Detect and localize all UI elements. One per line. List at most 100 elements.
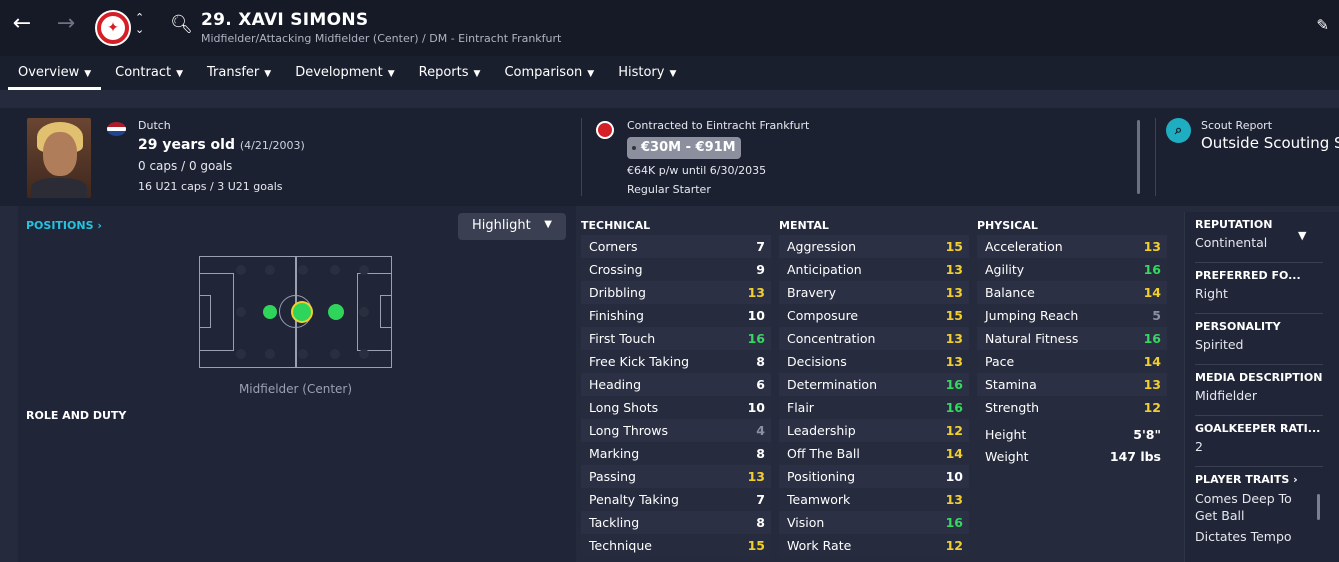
- attribute-row[interactable]: Anticipation 13: [779, 258, 969, 281]
- position-dot-mc-selected[interactable]: [293, 303, 311, 321]
- attribute-row[interactable]: Corners 7: [581, 235, 771, 258]
- player-traits-link[interactable]: PLAYER TRAITS ›: [1195, 473, 1315, 486]
- attribute-row[interactable]: Penalty Taking 7: [581, 488, 771, 511]
- attribute-row[interactable]: Decisions 13: [779, 350, 969, 373]
- netherlands-flag-icon[interactable]: [107, 122, 126, 136]
- attribute-row[interactable]: Positioning 10: [779, 465, 969, 488]
- position-slot: [236, 307, 246, 317]
- attribute-name: Crossing: [589, 262, 643, 277]
- attribute-row[interactable]: Agility 16: [977, 258, 1167, 281]
- edit-pencil-icon[interactable]: ✎: [1316, 16, 1329, 34]
- tab-overview[interactable]: Overview ▼: [8, 56, 102, 90]
- weight-label: Weight: [985, 448, 1029, 464]
- attribute-row[interactable]: Strength 12: [977, 396, 1167, 419]
- attribute-value: 13: [747, 469, 765, 484]
- chevron-down-icon[interactable]: ▼: [1298, 229, 1306, 242]
- scrollbar[interactable]: [1137, 120, 1140, 194]
- club-crest-small-icon[interactable]: [596, 121, 614, 139]
- attribute-row[interactable]: Natural Fitness 16: [977, 327, 1167, 350]
- tab-label: Development: [295, 65, 383, 80]
- attribute-name: Long Shots: [589, 400, 659, 415]
- attribute-value: 10: [747, 308, 765, 323]
- attribute-row[interactable]: Marking 8: [581, 442, 771, 465]
- tab-contract[interactable]: Contract ▼: [105, 56, 193, 90]
- tab-reports[interactable]: Reports ▼: [409, 56, 491, 90]
- club-crest-icon[interactable]: ✦: [95, 10, 131, 46]
- attribute-row[interactable]: Bravery 13: [779, 281, 969, 304]
- attribute-name: Corners: [589, 239, 638, 254]
- attribute-row[interactable]: Finishing 10: [581, 304, 771, 327]
- highlight-dropdown[interactable]: Highlight ▼: [458, 213, 566, 240]
- personality-section: PERSONALITY Spirited: [1195, 320, 1281, 352]
- tab-comparison[interactable]: Comparison ▼: [494, 56, 604, 90]
- attribute-row[interactable]: First Touch 16: [581, 327, 771, 350]
- attribute-row[interactable]: Stamina 13: [977, 373, 1167, 396]
- attribute-row[interactable]: Technique 15: [581, 534, 771, 557]
- attribute-name: Free Kick Taking: [589, 354, 690, 369]
- up-down-chevron-icon[interactable]: ⌃ ⌄: [135, 12, 144, 36]
- nationality[interactable]: Dutch: [138, 119, 171, 132]
- attribute-row[interactable]: Pace 14: [977, 350, 1167, 373]
- role-duty-label: ROLE AND DUTY: [26, 409, 127, 422]
- attribute-row[interactable]: Balance 14: [977, 281, 1167, 304]
- attribute-row[interactable]: Off The Ball 14: [779, 442, 969, 465]
- height-label: Height: [985, 426, 1027, 442]
- attribute-row[interactable]: Teamwork 13: [779, 488, 969, 511]
- position-slot: [298, 349, 308, 359]
- attribute-row[interactable]: Dribbling 13: [581, 281, 771, 304]
- attribute-name: Bravery: [787, 285, 836, 300]
- attribute-row[interactable]: Determination 16: [779, 373, 969, 396]
- position-dot-amc[interactable]: [328, 304, 344, 320]
- attribute-row[interactable]: Aggression 15: [779, 235, 969, 258]
- scout-report-value[interactable]: Outside Scouting Scope: [1201, 134, 1339, 152]
- back-arrow-icon[interactable]: ←: [10, 12, 34, 36]
- contract-label[interactable]: Contracted to Eintracht Frankfurt: [627, 119, 809, 132]
- positions-link[interactable]: POSITIONS ›: [26, 219, 102, 232]
- attribute-row[interactable]: Passing 13: [581, 465, 771, 488]
- tab-development[interactable]: Development ▼: [285, 56, 404, 90]
- forward-arrow-icon[interactable]: →: [54, 12, 78, 36]
- attribute-name: Aggression: [787, 239, 857, 254]
- attribute-value: 14: [1143, 354, 1161, 369]
- attribute-row[interactable]: Concentration 13: [779, 327, 969, 350]
- position-slot: [265, 265, 275, 275]
- attribute-value: 6: [756, 377, 765, 392]
- trait-item[interactable]: Comes Deep To Get Ball: [1195, 490, 1315, 524]
- attribute-row[interactable]: Free Kick Taking 8: [581, 350, 771, 373]
- height-value: 5'8": [1133, 426, 1161, 442]
- attribute-value: 12: [945, 423, 963, 438]
- attribute-value: 16: [945, 400, 963, 415]
- attribute-row[interactable]: Leadership 12: [779, 419, 969, 442]
- chevron-down-icon: ▼: [669, 69, 677, 79]
- attribute-row[interactable]: Long Throws 4: [581, 419, 771, 442]
- position-slot: [298, 265, 308, 275]
- player-traits-section: PLAYER TRAITS › Comes Deep To Get Ball D…: [1195, 473, 1315, 544]
- divider: [1195, 415, 1323, 416]
- transfer-value-badge[interactable]: €30M - €91M: [627, 137, 741, 159]
- tab-history[interactable]: History ▼: [608, 56, 686, 90]
- search-icon[interactable]: 🔍︎: [170, 14, 193, 35]
- attribute-name: Vision: [787, 515, 825, 530]
- attribute-row[interactable]: Flair 16: [779, 396, 969, 419]
- attribute-row[interactable]: Heading 6: [581, 373, 771, 396]
- position-dot-dm[interactable]: [263, 305, 277, 319]
- divider: [1195, 313, 1323, 314]
- attribute-row[interactable]: Composure 15: [779, 304, 969, 327]
- attribute-name: Balance: [985, 285, 1035, 300]
- attribute-row[interactable]: Jumping Reach 5: [977, 304, 1167, 327]
- position-slot: [359, 265, 369, 275]
- attribute-row[interactable]: Acceleration 13: [977, 235, 1167, 258]
- attribute-name: Off The Ball: [787, 446, 860, 461]
- trait-item[interactable]: Dictates Tempo: [1195, 529, 1315, 544]
- attribute-row[interactable]: Tackling 8: [581, 511, 771, 534]
- tab-transfer[interactable]: Transfer ▼: [197, 56, 281, 90]
- attribute-row[interactable]: Long Shots 10: [581, 396, 771, 419]
- attribute-row[interactable]: Work Rate 12: [779, 534, 969, 557]
- position-slot: [265, 349, 275, 359]
- scrollbar[interactable]: [1317, 494, 1320, 520]
- scout-search-icon[interactable]: ⌕: [1166, 118, 1191, 143]
- attribute-value: 16: [747, 331, 765, 346]
- attribute-row[interactable]: Crossing 9: [581, 258, 771, 281]
- attribute-row[interactable]: Vision 16: [779, 511, 969, 534]
- attribute-name: Positioning: [787, 469, 855, 484]
